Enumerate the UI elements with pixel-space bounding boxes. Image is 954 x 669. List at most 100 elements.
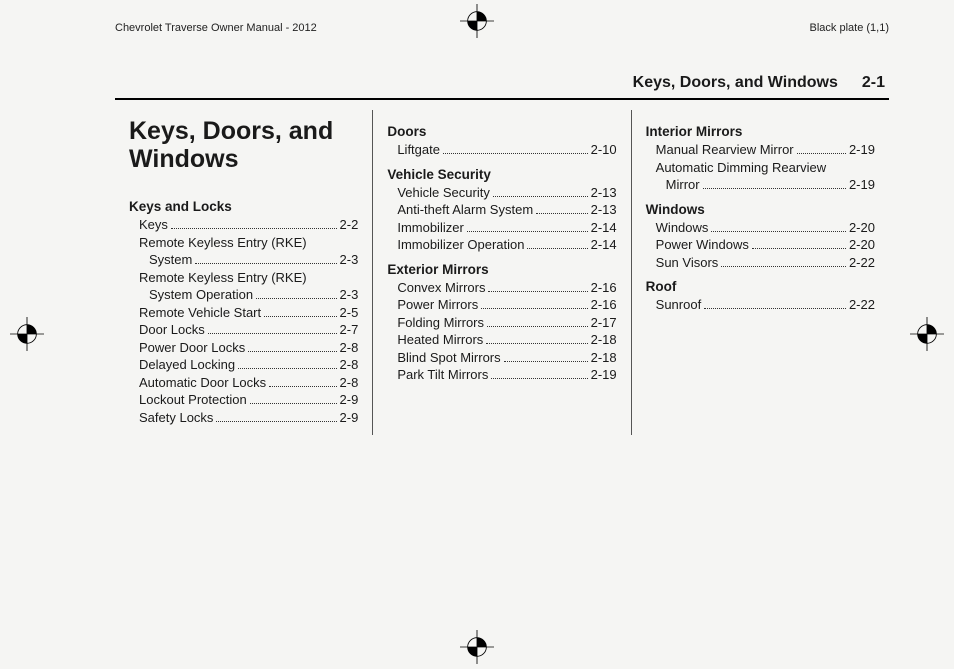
toc-entry-page: 2-3	[340, 251, 359, 269]
toc-entry: Door Locks2-7	[129, 321, 358, 339]
toc-section-title: Vehicle Security	[387, 167, 616, 182]
toc-leader-dots	[264, 308, 336, 317]
page-container: Chevrolet Traverse Owner Manual - 2012 B…	[0, 0, 954, 668]
toc-leader-dots	[250, 395, 337, 404]
toc-entry: Vehicle Security2-13	[387, 184, 616, 202]
toc-entry-label: Safety Locks	[139, 409, 213, 427]
page-number: 2-1	[862, 74, 885, 92]
toc-leader-dots	[486, 335, 587, 344]
toc-entry-label: Sunroof	[656, 296, 702, 314]
toc-leader-dots	[711, 223, 846, 232]
toc-entry-label: Automatic Dimming Rearview	[656, 159, 827, 177]
toc-leader-dots	[797, 145, 846, 154]
toc-leader-dots	[704, 300, 846, 309]
toc-entry-label: Liftgate	[397, 141, 440, 159]
toc-entry-page: 2-19	[849, 176, 875, 194]
toc-section: Exterior MirrorsConvex Mirrors2-16Power …	[387, 262, 616, 384]
toc-section-title: Doors	[387, 124, 616, 139]
toc-leader-dots	[504, 353, 588, 362]
toc-entry-label: System Operation	[149, 286, 253, 304]
toc-leader-dots	[248, 343, 336, 352]
toc-entry-page: 2-14	[591, 236, 617, 254]
toc-entry-label: Power Mirrors	[397, 296, 478, 314]
toc-entry-label: Folding Mirrors	[397, 314, 484, 332]
toc-entry-page: 2-13	[591, 201, 617, 219]
section-heading: Keys, Doors, and Windows	[633, 74, 838, 92]
toc-leader-dots	[721, 258, 846, 267]
toc-entry: Blind Spot Mirrors2-18	[387, 349, 616, 367]
toc-entry-page: 2-8	[340, 356, 359, 374]
toc-entry-label: Delayed Locking	[139, 356, 235, 374]
toc-entry: Remote Vehicle Start 2-5	[129, 304, 358, 322]
toc-entry: Sunroof 2-22	[646, 296, 875, 314]
toc-section: Interior MirrorsManual Rearview Mirror2-…	[646, 124, 875, 194]
toc-leader-dots	[491, 370, 587, 379]
toc-entry-page: 2-3	[340, 286, 359, 304]
toc-entry-label: Windows	[656, 219, 709, 237]
toc-entry-label: Convex Mirrors	[397, 279, 485, 297]
toc-entry-label: Heated Mirrors	[397, 331, 483, 349]
toc-entry: Sun Visors2-22	[646, 254, 875, 272]
toc-entry-page: 2-22	[849, 296, 875, 314]
toc-entry-page: 2-19	[849, 141, 875, 159]
toc-entry: Immobilizer2-14	[387, 219, 616, 237]
toc-entry-page: 2-5	[340, 304, 359, 322]
toc-entry: Convex Mirrors 2-16	[387, 279, 616, 297]
toc-entry-page: 2-2	[340, 216, 359, 234]
toc-entry-label: Power Door Locks	[139, 339, 245, 357]
toc-leader-dots	[481, 300, 587, 309]
toc-entry-label: Park Tilt Mirrors	[397, 366, 488, 384]
toc-entry-page: 2-8	[340, 374, 359, 392]
toc-entry-page: 2-16	[591, 296, 617, 314]
toc-section: Vehicle Security Vehicle Security2-13Anti…	[387, 167, 616, 254]
toc-section-title: Exterior Mirrors	[387, 262, 616, 277]
page-meta-row: Chevrolet Traverse Owner Manual - 2012 B…	[115, 22, 889, 34]
toc-entry: Windows 2-20	[646, 219, 875, 237]
toc-leader-dots	[443, 145, 588, 154]
column-3: Interior MirrorsManual Rearview Mirror2-…	[631, 110, 889, 435]
toc-entry-page: 2-13	[591, 184, 617, 202]
toc-entry: Automatic Dimming Rearview	[646, 159, 875, 177]
toc-section-title: Windows	[646, 202, 875, 217]
manual-title: Chevrolet Traverse Owner Manual - 2012	[115, 22, 317, 34]
toc-entry-label: System	[149, 251, 192, 269]
toc-entry-page: 2-20	[849, 219, 875, 237]
chapter-title: Keys, Doors, and Windows	[129, 118, 358, 173]
toc-entry-label: Sun Visors	[656, 254, 719, 272]
toc-entry-label: Remote Keyless Entry (RKE)	[139, 234, 307, 252]
toc-leader-dots	[488, 283, 587, 292]
toc-entry-label: Anti-theft Alarm System	[397, 201, 533, 219]
toc-leader-dots	[256, 290, 336, 299]
toc-entry-continuation: System 2-3	[129, 251, 358, 269]
toc-entry: Remote Keyless Entry (RKE)	[129, 269, 358, 287]
toc-entry: Immobilizer Operation2-14	[387, 236, 616, 254]
toc-entry: Folding Mirrors2-17	[387, 314, 616, 332]
column-1: Keys, Doors, and Windows Keys and LocksK…	[115, 110, 372, 435]
toc-leader-dots	[536, 205, 587, 214]
toc-section: WindowsWindows2-20Power Windows2-20Sun V…	[646, 202, 875, 272]
column-2: DoorsLiftgate2-10Vehicle SecurityVehicle…	[372, 110, 630, 435]
running-header: Keys, Doors, and Windows 2-1	[115, 74, 889, 92]
toc-entry-label: Manual Rearview Mirror	[656, 141, 794, 159]
toc-leader-dots	[752, 240, 846, 249]
toc-entry: Heated Mirrors 2-18	[387, 331, 616, 349]
toc-entry: Delayed Locking 2-8	[129, 356, 358, 374]
toc-section: DoorsLiftgate2-10	[387, 124, 616, 159]
toc-entry: Power Mirrors 2-16	[387, 296, 616, 314]
toc-entry: Manual Rearview Mirror 2-19	[646, 141, 875, 159]
toc-entry-page: 2-14	[591, 219, 617, 237]
toc-leader-dots	[487, 318, 588, 327]
toc-entry-continuation: System Operation 2-3	[129, 286, 358, 304]
content-columns: Keys, Doors, and Windows Keys and LocksK…	[115, 110, 889, 435]
toc-entry-page: 2-16	[591, 279, 617, 297]
toc-leader-dots	[493, 187, 588, 196]
toc-entry: Power Door Locks2-8	[129, 339, 358, 357]
toc-entry-page: 2-18	[591, 331, 617, 349]
toc-entry-continuation: Mirror2-19	[646, 176, 875, 194]
plate-info: Black plate (1,1)	[810, 22, 889, 34]
toc-entry-label: Lockout Protection	[139, 391, 247, 409]
toc-entry-label: Remote Vehicle Start	[139, 304, 261, 322]
toc-section: Keys and LocksKeys2-2Remote Keyless Entr…	[129, 199, 358, 427]
toc-entry-page: 2-20	[849, 236, 875, 254]
toc-leader-dots	[467, 223, 588, 232]
